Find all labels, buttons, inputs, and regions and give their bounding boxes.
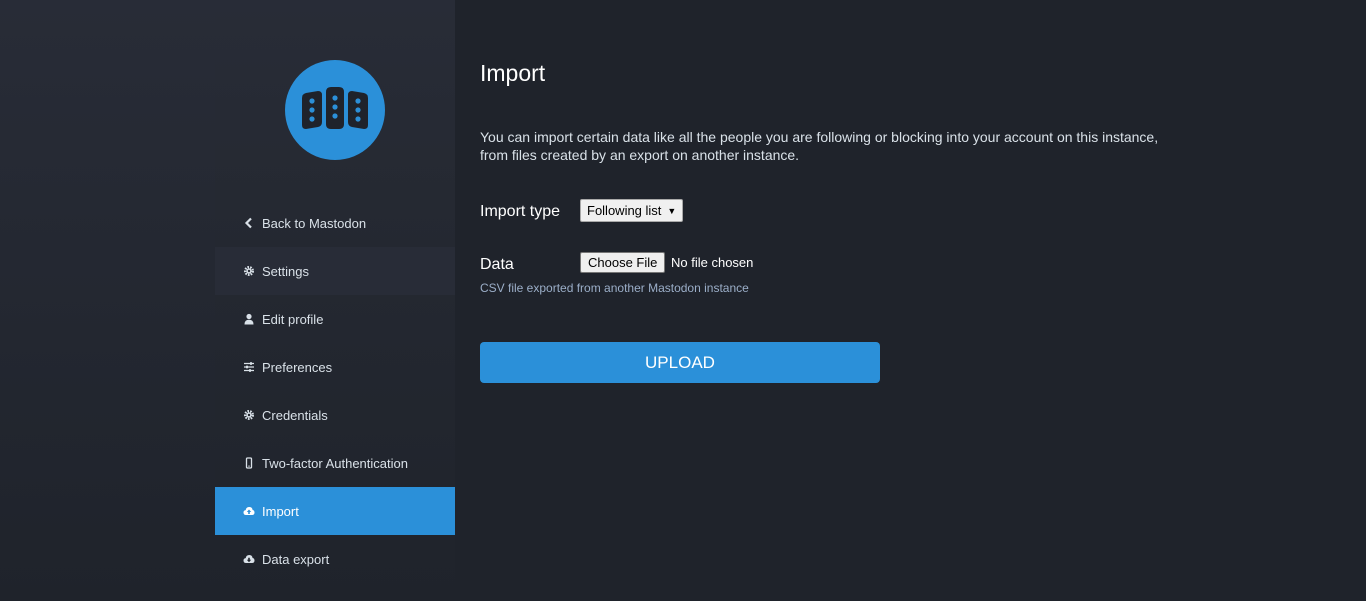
mastodon-logo[interactable] <box>285 60 385 160</box>
sidebar-item-settings[interactable]: Settings <box>215 247 455 295</box>
gear-icon <box>243 265 255 277</box>
choose-file-button[interactable]: Choose File <box>580 252 666 273</box>
sidebar-item-edit-profile[interactable]: Edit profile <box>215 295 455 343</box>
page-title: Import <box>480 60 546 86</box>
user-icon <box>243 313 255 325</box>
gear-icon <box>243 409 255 421</box>
sidebar-item-data-export[interactable]: Data export <box>215 535 455 583</box>
import-type-selected: Following list <box>587 203 662 218</box>
mobile-icon <box>243 457 255 469</box>
sidebar-item-label: Two-factor Authentication <box>262 455 408 471</box>
sidebar: Back to Mastodon Settings Edit profile P… <box>215 0 455 601</box>
sidebar-item-label: Data export <box>262 551 330 567</box>
import-type-select[interactable]: Following list ▼ <box>580 199 684 222</box>
cloud-download-icon <box>243 553 255 565</box>
sidebar-item-back-to-mastodon[interactable]: Back to Mastodon <box>215 199 455 247</box>
sidebar-item-two-factor-authentication[interactable]: Two-factor Authentication <box>215 439 455 487</box>
intro-text: You can import certain data like all the… <box>480 129 1159 163</box>
sliders-icon <box>243 361 255 373</box>
sidebar-item-preferences[interactable]: Preferences <box>215 343 455 391</box>
cloud-upload-icon <box>243 505 255 517</box>
import-type-label: Import type <box>480 203 561 220</box>
upload-button[interactable]: UPLOAD <box>480 342 880 383</box>
file-status-text: No file chosen <box>671 255 754 270</box>
data-label: Data <box>480 256 514 273</box>
mastodon-logo-icon <box>302 87 368 129</box>
sidebar-item-credentials[interactable]: Credentials <box>215 391 455 439</box>
sidebar-item-label: Preferences <box>262 359 333 375</box>
chevron-left-icon <box>243 217 255 229</box>
sidebar-item-label: Edit profile <box>262 311 324 327</box>
settings-nav: Back to Mastodon Settings Edit profile P… <box>215 199 455 583</box>
sidebar-item-import[interactable]: Import <box>215 487 455 535</box>
sidebar-item-label: Import <box>262 503 299 519</box>
sidebar-item-label: Back to Mastodon <box>262 215 367 231</box>
sidebar-item-label: Settings <box>262 263 309 279</box>
left-background <box>0 0 215 601</box>
data-hint: CSV file exported from another Mastodon … <box>480 281 749 295</box>
caret-down-icon: ▼ <box>667 205 677 216</box>
sidebar-item-label: Credentials <box>262 407 328 423</box>
